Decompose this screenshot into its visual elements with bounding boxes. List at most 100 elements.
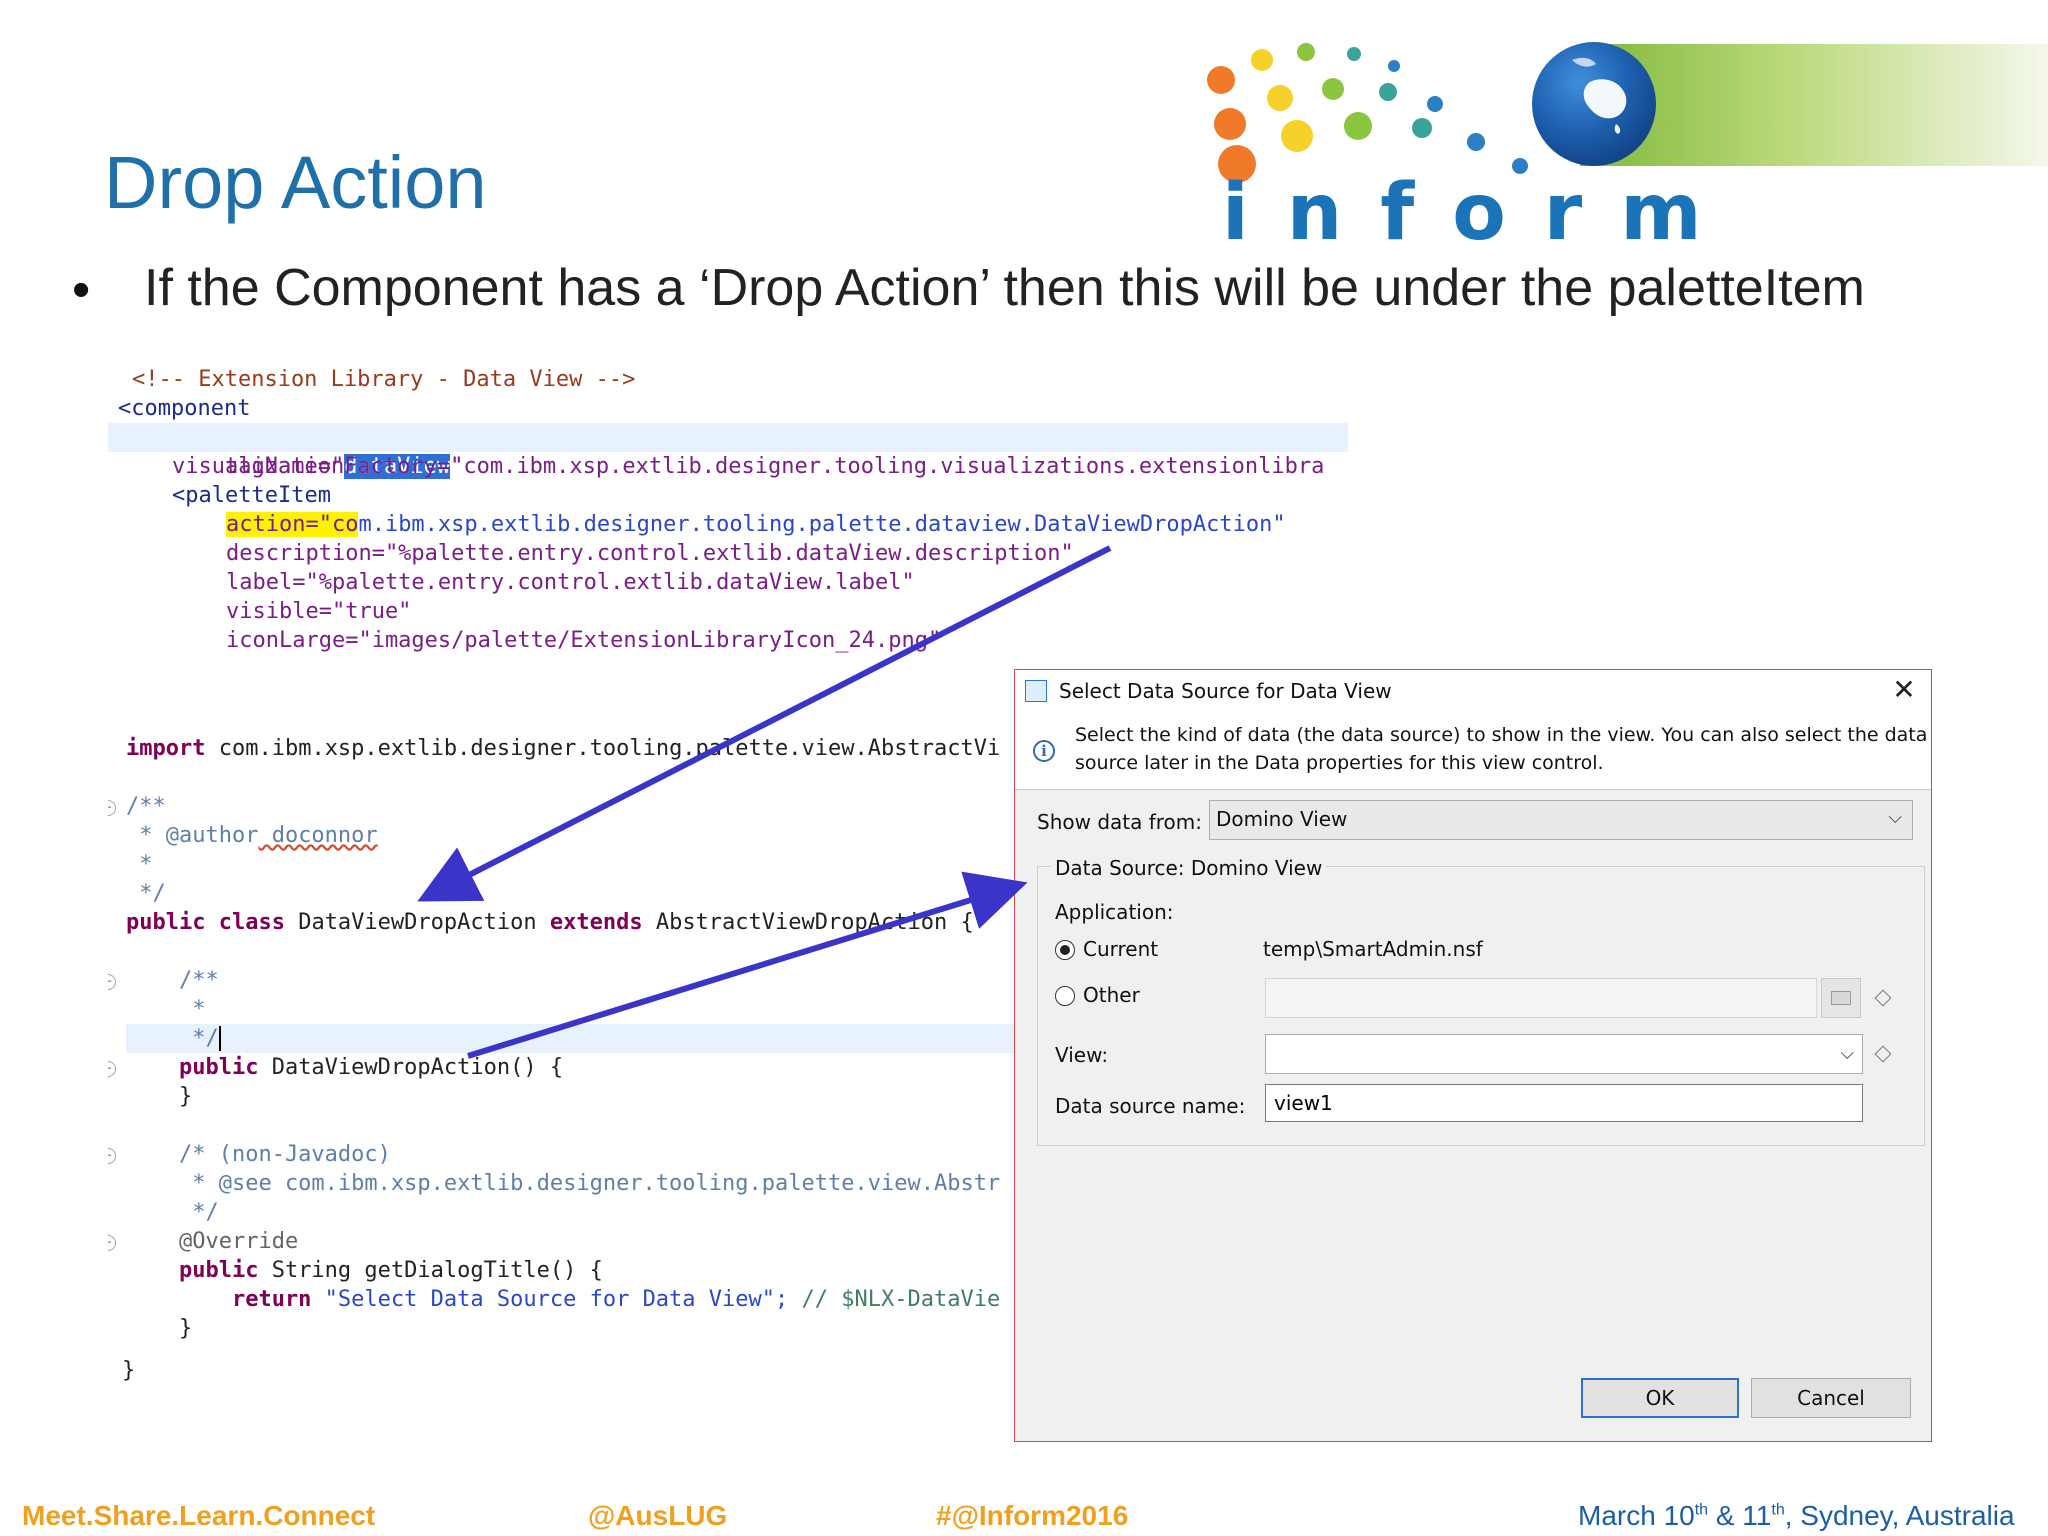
select-data-source-dialog: Select Data Source for Data View ✕ i Sel… <box>1014 669 1932 1442</box>
java-text: DataViewDropAction <box>284 910 550 935</box>
javadoc: /** <box>126 794 166 819</box>
other-application-input[interactable] <box>1265 978 1817 1018</box>
footer-handle: @AusLUG <box>588 1500 728 1531</box>
code-line-highlighted: tagName="dataView" <box>108 423 1348 479</box>
code-line: action="com.ibm.xsp.extlib.designer.tool… <box>226 510 1286 539</box>
annotation: @Override <box>126 1229 299 1254</box>
xml-attr: visualizationFactory="com.ibm.xsp.extlib… <box>172 454 1325 479</box>
show-data-from-value: Domino View <box>1216 807 1348 831</box>
code-line: /** <box>126 966 219 995</box>
bullet-dot: • <box>72 261 91 319</box>
code-line: <!-- Extension Library - Data View --> <box>132 365 635 394</box>
code-line: public class DataViewDropAction extends … <box>126 908 974 937</box>
browse-button[interactable] <box>1821 978 1861 1018</box>
code-line: return "Select Data Source for Data View… <box>126 1285 1000 1314</box>
java-keyword: public <box>126 1055 259 1080</box>
view-select[interactable]: ⌵ <box>1265 1034 1863 1074</box>
fold-toggle-icon[interactable]: − <box>108 800 116 816</box>
java-keyword: public <box>126 1258 259 1283</box>
info-icon: i <box>1033 740 1055 762</box>
code-line: */ <box>126 1198 219 1227</box>
code-line: /** <box>126 792 166 821</box>
java-keyword: import <box>126 736 206 761</box>
current-application-value: temp\SmartAdmin.nsf <box>1263 937 1483 961</box>
code-line: label="%palette.entry.control.extlib.dat… <box>226 568 915 597</box>
current-radio[interactable] <box>1055 940 1075 960</box>
javadoc: */ <box>126 1026 219 1051</box>
slide-title: Drop Action <box>104 141 487 224</box>
code-line: /* (non-Javadoc) <box>126 1140 391 1169</box>
highlighted-action-attr: action="co <box>226 512 359 537</box>
xml-string: m.ibm.xsp.extlib.designer.tooling.palett… <box>358 512 1286 537</box>
xml-attr: visible="true" <box>226 599 412 624</box>
dialog-title: Select Data Source for Data View <box>1059 679 1392 703</box>
code-line: } <box>126 1314 192 1343</box>
other-radio-label[interactable]: Other <box>1083 983 1140 1007</box>
fold-toggle-icon[interactable]: − <box>108 1061 116 1077</box>
javadoc: /** <box>126 968 219 993</box>
fold-toggle-icon[interactable]: − <box>108 974 116 990</box>
show-data-from-label: Show data from: <box>1037 810 1203 834</box>
view-label: View: <box>1055 1043 1109 1067</box>
code-line: @Override <box>126 1227 298 1256</box>
fold-toggle-icon[interactable]: − <box>108 1148 116 1164</box>
code-line: * <box>126 995 205 1024</box>
dialog-message-area: i Select the kind of data (the data sour… <box>1015 712 1931 790</box>
java-keyword: return <box>126 1287 312 1312</box>
xml-attr: iconLarge="images/palette/ExtensionLibra… <box>226 628 942 653</box>
java-comment: // $NLX-DataVie <box>788 1287 1001 1312</box>
code-line: public String getDialogTitle() { <box>126 1256 603 1285</box>
dialog-titlebar[interactable]: Select Data Source for Data View ✕ <box>1015 670 1931 712</box>
code-line-highlighted: */ <box>126 1024 1018 1053</box>
xml-tag: <paletteItem <box>172 483 331 508</box>
java-text: com.ibm.xsp.extlib.designer.tooling.pale… <box>205 736 1001 761</box>
dialog-message-line1: Select the kind of data (the data source… <box>1075 724 1928 746</box>
footer-date: March 10th & 11th, Sydney, Australia <box>1578 1500 2015 1531</box>
data-source-name-input[interactable] <box>1265 1084 1863 1122</box>
footer-hashtag: #@Inform2016 <box>936 1500 1129 1531</box>
comment: /* (non-Javadoc) <box>126 1142 391 1167</box>
app-icon <box>1025 680 1047 702</box>
code-line: * <box>126 850 152 879</box>
chevron-down-icon: ⌵ <box>1840 1043 1854 1064</box>
xml-attr: description="%palette.entry.control.extl… <box>226 541 1074 566</box>
ok-button[interactable]: OK <box>1581 1378 1739 1418</box>
code-line: visualizationFactory="com.ibm.xsp.extlib… <box>172 452 1324 481</box>
application-label: Application: <box>1055 900 1174 924</box>
show-data-from-select[interactable]: Domino View ⌵ <box>1209 800 1913 840</box>
java-code-pane: import com.ibm.xsp.extlib.designer.tooli… <box>108 720 1018 1390</box>
xml-comment: <!-- Extension Library - Data View --> <box>132 367 636 392</box>
fold-toggle-icon[interactable]: − <box>108 1235 116 1251</box>
xml-code-pane: <!-- Extension Library - Data View --> <… <box>108 365 1348 667</box>
cancel-button[interactable]: Cancel <box>1751 1378 1911 1418</box>
logo-wordmark: inform <box>1222 168 1740 258</box>
java-text: } <box>126 1316 193 1341</box>
javadoc: * <box>126 997 206 1022</box>
code-line: description="%palette.entry.control.extl… <box>226 539 1074 568</box>
data-source-group-legend: Data Source: Domino View <box>1051 856 1327 880</box>
java-text: String getDialogTitle() { <box>258 1258 603 1283</box>
code-line: } <box>122 1356 135 1385</box>
code-line: * @author doconnor <box>126 821 377 850</box>
close-icon[interactable]: ✕ <box>1887 672 1921 708</box>
code-line: public DataViewDropAction() { <box>126 1053 563 1082</box>
footer-tagline: Meet.Share.Learn.Connect <box>22 1500 376 1531</box>
code-line: iconLarge="images/palette/ExtensionLibra… <box>226 626 941 655</box>
bullet-text: If the Component has a ‘Drop Action’ the… <box>144 259 1865 317</box>
current-radio-label[interactable]: Current <box>1083 937 1158 961</box>
dialog-message-line2: source later in the Data properties for … <box>1075 752 1604 774</box>
code-line: */ <box>126 879 166 908</box>
comment: * @see com.ibm.xsp.extlib.designer.tooli… <box>126 1171 1001 1196</box>
xml-tag: <component <box>118 396 251 421</box>
other-radio[interactable] <box>1055 986 1075 1006</box>
java-string: "Select Data Source for Data View"; <box>311 1287 789 1312</box>
folder-icon <box>1831 991 1851 1005</box>
java-keyword: extends <box>549 910 643 935</box>
chevron-down-icon: ⌵ <box>1888 807 1902 828</box>
xml-attr: label="%palette.entry.control.extlib.dat… <box>226 570 915 595</box>
data-source-name-label: Data source name: <box>1055 1094 1246 1118</box>
comment: */ <box>126 1200 219 1225</box>
java-text: } <box>126 1084 193 1109</box>
code-line: <component <box>118 394 250 423</box>
java-text: DataViewDropAction() { <box>258 1055 564 1080</box>
